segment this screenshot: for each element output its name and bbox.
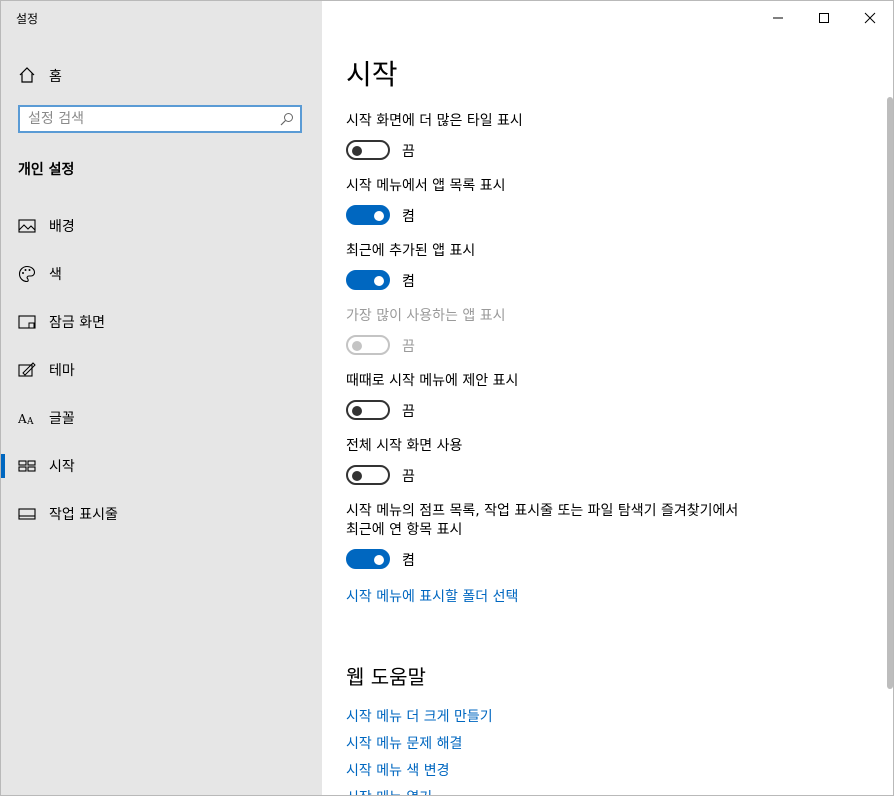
settings-window: 설정 홈 개인 설정 배경 xyxy=(0,0,894,796)
setting-label: 시작 메뉴에서 앱 목록 표시 xyxy=(346,178,506,194)
choose-folders-link[interactable]: 시작 메뉴에 표시할 폴더 선택 xyxy=(346,586,518,606)
toggle-state: 켬 xyxy=(402,274,415,290)
help-link[interactable]: 시작 메뉴 색 변경 xyxy=(346,760,450,780)
start-icon xyxy=(18,460,36,472)
scrollbar[interactable] xyxy=(887,97,893,689)
search-icon[interactable] xyxy=(280,112,294,126)
svg-text:A: A xyxy=(26,417,34,427)
main-content: 시작 시작 화면에 더 많은 타일 표시 끔 시작 메뉴에서 앱 목록 표시 켬… xyxy=(322,1,893,795)
sidebar-item-background[interactable]: 배경 xyxy=(1,206,322,246)
taskbar-icon xyxy=(18,508,36,520)
section-title: 개인 설정 xyxy=(18,162,75,178)
toggle-knob xyxy=(352,341,362,351)
lock-screen-icon xyxy=(18,315,36,329)
sidebar-item-theme[interactable]: 테마 xyxy=(1,350,322,390)
setting-label: 최근에 추가된 앱 표시 xyxy=(346,243,476,259)
toggle-state: 켬 xyxy=(402,209,415,225)
sidebar-item-fonts[interactable]: A A 글꼴 xyxy=(1,398,322,438)
toggle-state: 켬 xyxy=(402,553,415,569)
toggle-state: 끔 xyxy=(402,144,415,160)
help-link[interactable]: 시작 메뉴 더 크게 만들기 xyxy=(346,706,493,726)
home-label: 홈 xyxy=(49,69,62,85)
app-title: 설정 xyxy=(16,12,39,26)
help-link[interactable]: 시작 메뉴 문제 해결 xyxy=(346,733,462,753)
toggle-recent-items[interactable] xyxy=(346,549,390,569)
sidebar-item-taskbar[interactable]: 작업 표시줄 xyxy=(1,494,322,534)
setting-label-line2: 최근에 연 항목 표시 xyxy=(346,522,463,538)
sidebar-item-label: 작업 표시줄 xyxy=(49,507,118,523)
sidebar-item-label: 글꼴 xyxy=(49,411,75,427)
setting-label: 시작 화면에 더 많은 타일 표시 xyxy=(346,113,523,129)
search-box[interactable] xyxy=(18,105,302,133)
theme-icon xyxy=(18,362,36,377)
sidebar-item-label: 배경 xyxy=(49,219,75,235)
sidebar-item-lock-screen[interactable]: 잠금 화면 xyxy=(1,302,322,342)
sidebar-item-start[interactable]: 시작 xyxy=(1,446,322,486)
sidebar-item-color[interactable]: 색 xyxy=(1,254,322,294)
toggle-recently-added[interactable] xyxy=(346,270,390,290)
toggle-knob xyxy=(352,471,362,481)
sidebar-item-label: 시작 xyxy=(49,459,75,475)
palette-icon xyxy=(19,265,36,283)
setting-label: 가장 많이 사용하는 앱 표시 xyxy=(346,308,506,324)
sidebar-item-label: 테마 xyxy=(49,363,75,379)
toggle-knob xyxy=(374,555,384,565)
page-title: 시작 xyxy=(346,58,398,91)
svg-text:A: A xyxy=(18,412,27,426)
toggle-more-tiles[interactable] xyxy=(346,140,390,160)
home-nav-item[interactable]: 홈 xyxy=(1,57,322,93)
toggle-knob xyxy=(374,276,384,286)
setting-label: 때때로 시작 메뉴에 제안 표시 xyxy=(346,373,519,389)
help-link[interactable]: 시작 메뉴 열기 xyxy=(346,787,432,795)
selection-indicator xyxy=(1,454,5,478)
toggle-suggestions[interactable] xyxy=(346,400,390,420)
font-icon: A A xyxy=(18,412,34,427)
toggle-state: 끔 xyxy=(402,339,415,355)
home-icon xyxy=(19,67,35,83)
setting-label-line1: 시작 메뉴의 점프 목록, 작업 표시줄 또는 파일 탐색기 즐겨찾기에서 xyxy=(346,503,739,519)
search-input[interactable] xyxy=(28,110,268,128)
toggle-knob xyxy=(352,146,362,156)
picture-icon xyxy=(18,219,36,233)
toggle-full-screen[interactable] xyxy=(346,465,390,485)
toggle-knob xyxy=(352,406,362,416)
toggle-most-used xyxy=(346,335,390,355)
toggle-knob xyxy=(374,211,384,221)
toggle-state: 끔 xyxy=(402,404,415,420)
toggle-state: 끔 xyxy=(402,469,415,485)
sidebar-item-label: 색 xyxy=(49,267,62,283)
toggle-app-list[interactable] xyxy=(346,205,390,225)
help-title: 웹 도움말 xyxy=(346,665,426,689)
setting-label: 전체 시작 화면 사용 xyxy=(346,438,463,454)
sidebar-item-label: 잠금 화면 xyxy=(49,315,105,331)
sidebar: 설정 홈 개인 설정 배경 xyxy=(1,1,322,795)
